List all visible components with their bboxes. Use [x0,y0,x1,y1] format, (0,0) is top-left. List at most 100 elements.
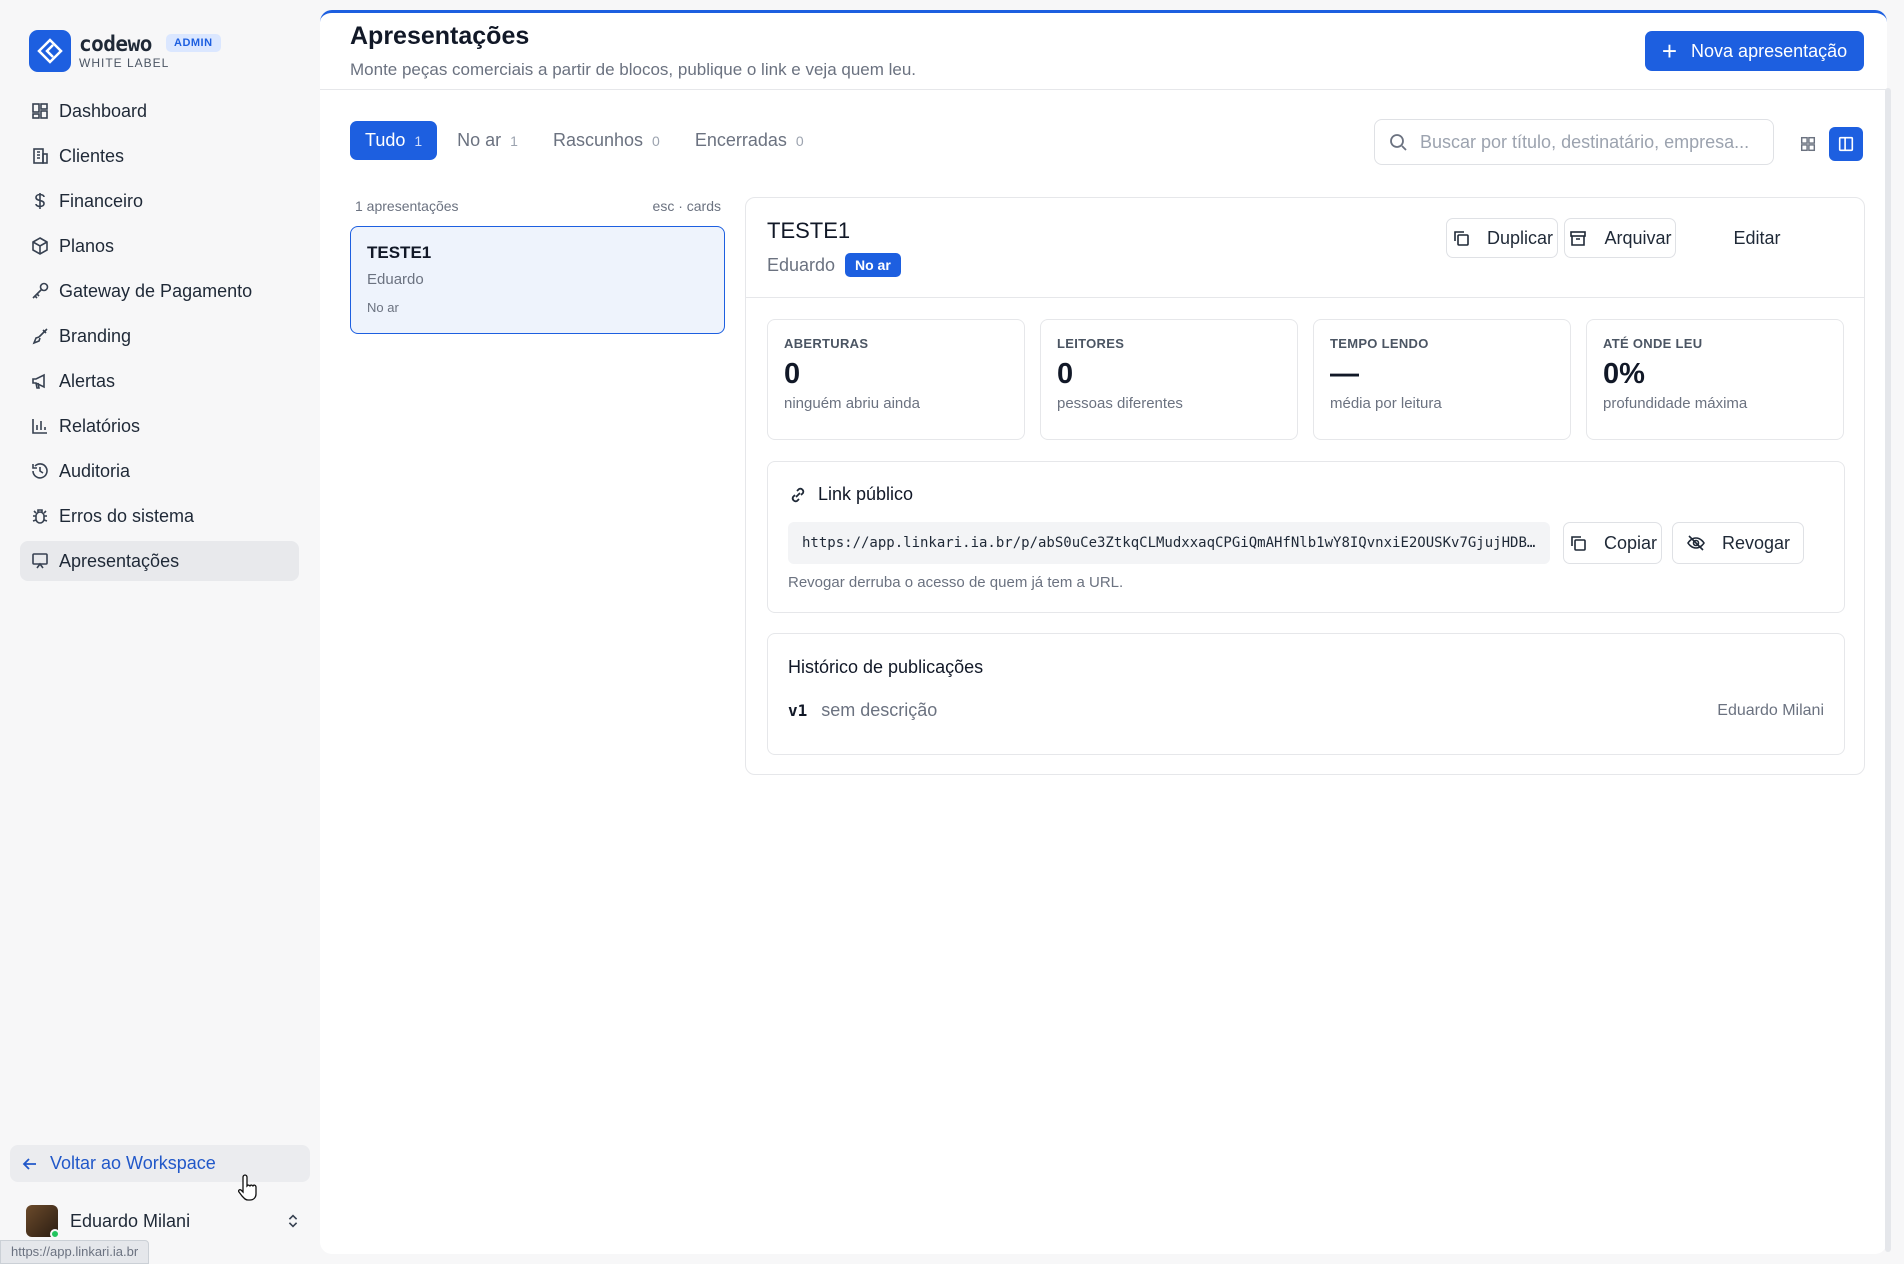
stat-card-tempo: TEMPO LENDO — média por leitura [1313,319,1571,440]
sidebar-item-label: Branding [59,325,132,346]
presentation-card[interactable]: TESTE1 Eduardo No ar [350,226,725,334]
main-panel: Apresentações Monte peças comerciais a p… [320,10,1887,1254]
stat-desc: ninguém abriu ainda [784,395,920,412]
tab-tudo[interactable]: Tudo 1 [350,121,438,160]
edit-button[interactable]: Editar [1683,218,1795,258]
sidebar-item-dashboard[interactable]: Dashboard [20,91,299,131]
sidebar-item-gateway[interactable]: Gateway de Pagamento [20,271,299,311]
package-icon [32,237,48,255]
sidebar-item-financeiro[interactable]: Financeiro [20,181,299,221]
stat-desc: pessoas diferentes [1057,395,1183,412]
filter-tabs: Tudo 1 No ar 1 Rascunhos 0 Encerradas 0 [350,121,824,160]
sidebar-item-apresentacoes[interactable]: Apresentações [20,541,299,581]
sidebar-item-label: Auditoria [59,460,131,481]
page-subtitle: Monte peças comerciais a partir de bloco… [350,60,917,79]
sidebar-item-label: Alertas [59,370,116,391]
tab-label: Tudo [365,130,406,150]
bar-chart-icon [32,419,47,434]
revoke-label: Revogar [1721,532,1791,553]
key-icon [32,282,49,299]
sidebar-item-label: Apresentações [59,550,180,571]
search-input[interactable]: Buscar por título, destinatário, empresa… [1374,119,1774,165]
public-link-panel: Link público https://app.linkari.ia.br/p… [767,461,1845,613]
grid-icon [1800,136,1816,152]
sidebar-item-auditoria[interactable]: Auditoria [20,451,299,491]
archive-button[interactable]: Arquivar [1564,218,1676,258]
sidebar-item-label: Dashboard [59,100,148,121]
back-to-workspace-button[interactable]: Voltar ao Workspace [10,1145,310,1182]
archive-icon [1570,231,1587,246]
brand-logo-icon [29,30,71,72]
stat-card-leitores: LEITORES 0 pessoas diferentes [1040,319,1298,440]
eye-off-icon [1687,535,1705,551]
sidebar-item-label: Financeiro [59,190,144,211]
chevron-up-down-icon[interactable] [284,1212,302,1230]
stat-desc: profundidade máxima [1603,395,1748,412]
public-url-field[interactable]: https://app.linkari.ia.br/p/abS0uCe3Ztkq… [788,522,1550,564]
sidebar-item-planos[interactable]: Planos [20,226,299,266]
sidebar-item-clientes[interactable]: Clientes [20,136,299,176]
tab-count: 1 [510,132,518,149]
publication-history-panel: Histórico de publicações v1 sem descriçã… [767,633,1845,755]
online-status-dot [50,1229,60,1239]
list-count: 1 apresentações [355,198,459,214]
status-badge: No ar [845,253,901,277]
user-menu[interactable]: Eduardo Milani [26,1205,302,1239]
stats-row: ABERTURAS 0 ninguém abriu ainda LEITORES… [767,319,1844,440]
new-presentation-label: Nova apresentação [1691,40,1848,61]
tab-label: Encerradas [694,130,787,150]
copy-link-button[interactable]: Copiar [1563,522,1662,564]
detail-header: TESTE1 Eduardo No ar Duplicar Arquivar E… [746,198,1864,298]
copy-label: Copiar [1603,532,1658,553]
history-icon [32,463,48,479]
stat-label: ATÉ ONDE LEU [1603,336,1703,351]
tab-count: 0 [652,132,660,149]
tab-encerradas[interactable]: Encerradas 0 [680,121,819,160]
sidebar-item-label: Erros do sistema [59,505,195,526]
revoke-link-button[interactable]: Revogar [1672,522,1804,564]
arrow-left-icon [22,1157,36,1170]
grid-view-button[interactable] [1791,127,1825,161]
public-link-heading: Link público [788,484,913,505]
brand-subtitle: WHITE LABEL [79,55,170,70]
main-scrollbar[interactable] [1885,88,1891,1252]
hand-cursor-icon [238,1174,257,1201]
split-view-button[interactable] [1829,127,1863,161]
tab-no-ar[interactable]: No ar 1 [442,121,533,160]
stat-label: ABERTURAS [784,336,869,351]
sidebar-item-branding[interactable]: Branding [20,316,299,356]
tab-count: 1 [414,132,423,149]
brand[interactable]: codewo WHITE LABEL ADMIN [29,30,221,72]
sidebar-item-alertas[interactable]: Alertas [20,361,299,401]
plus-icon: + [1661,36,1678,66]
tab-label: Rascunhos [552,130,644,150]
sidebar-item-label: Gateway de Pagamento [59,280,253,301]
sidebar-item-relatorios[interactable]: Relatórios [20,406,299,446]
history-version: v1 [788,701,808,720]
sidebar-nav: Dashboard Clientes Financeiro Planos Gat… [20,91,299,586]
page-header: Apresentações Monte peças comerciais a p… [320,13,1887,90]
new-presentation-button[interactable]: + Nova apresentação [1645,31,1864,71]
copy-icon [1571,536,1586,551]
tab-rascunhos[interactable]: Rascunhos 0 [538,121,675,160]
public-link-title: Link público [818,484,914,504]
stat-value: 0% [1603,358,1645,390]
dashboard-icon [32,103,48,119]
page-title: Apresentações [350,22,530,50]
tab-count: 0 [795,132,804,149]
brush-icon [32,328,48,345]
copy-icon [1454,231,1469,246]
card-owner: Eduardo [367,271,424,288]
stat-value: 0 [784,358,801,390]
sidebar-item-label: Relatórios [59,415,141,436]
history-row: v1 sem descrição Eduardo Milani [788,700,1824,721]
presentation-detail: TESTE1 Eduardo No ar Duplicar Arquivar E… [745,197,1865,775]
stat-label: TEMPO LENDO [1330,336,1429,351]
megaphone-icon [32,373,45,389]
view-toggle [1787,127,1863,161]
sidebar-item-erros[interactable]: Erros do sistema [20,496,299,536]
search-icon [1390,134,1407,151]
card-status: No ar [367,300,399,315]
duplicate-button[interactable]: Duplicar [1446,218,1558,258]
sidebar-item-label: Clientes [59,145,125,166]
